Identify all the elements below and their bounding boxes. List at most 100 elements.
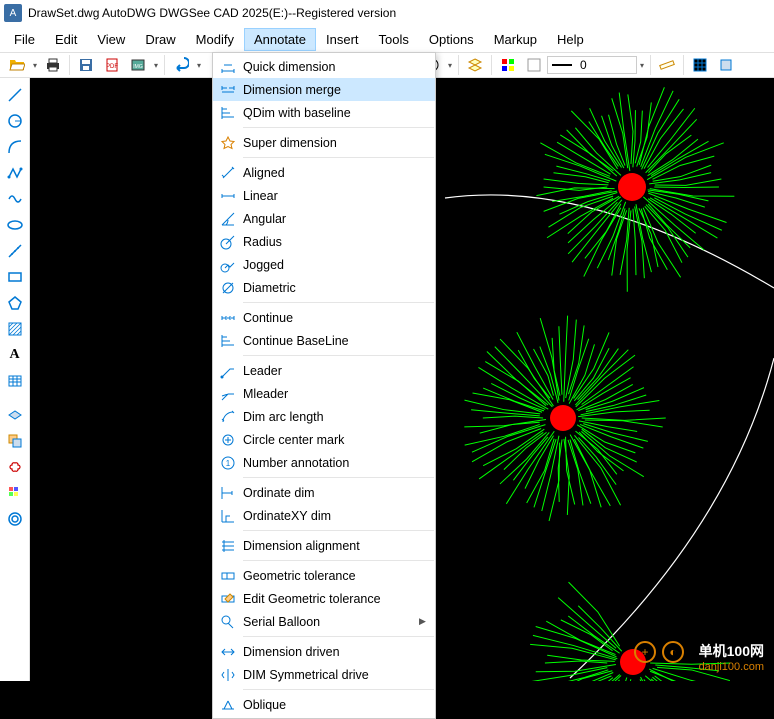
angular-icon xyxy=(213,211,243,227)
block-tool[interactable] xyxy=(3,403,27,427)
menu-item-mleader[interactable]: Mleader xyxy=(213,382,435,405)
qdim-icon xyxy=(213,59,243,75)
geotol-icon xyxy=(213,568,243,584)
menu-modify[interactable]: Modify xyxy=(186,28,244,51)
print-button[interactable] xyxy=(41,54,65,76)
donut-tool[interactable] xyxy=(3,507,27,531)
menu-item-edit-geometric-tolerance[interactable]: Edit Geometric tolerance xyxy=(213,587,435,610)
menu-markup[interactable]: Markup xyxy=(484,28,547,51)
open-button[interactable] xyxy=(5,54,29,76)
diametric-icon xyxy=(213,280,243,296)
menu-item-geometric-tolerance[interactable]: Geometric tolerance xyxy=(213,564,435,587)
menu-item-oblique[interactable]: Oblique xyxy=(213,693,435,716)
lineweight-dropdown-icon[interactable]: ▾ xyxy=(637,61,647,70)
measure-button[interactable] xyxy=(655,54,679,76)
ellipse-tool[interactable] xyxy=(3,213,27,237)
tree-center-2 xyxy=(550,405,576,431)
menu-item-qdim-with-baseline[interactable]: QDim with baseline xyxy=(213,101,435,124)
arc-tool[interactable] xyxy=(3,135,27,159)
menu-file[interactable]: File xyxy=(4,28,45,51)
save-button[interactable] xyxy=(74,54,98,76)
watermark-logo: + ◐ xyxy=(634,641,684,663)
menu-item-jogged[interactable]: Jogged xyxy=(213,253,435,276)
color-button[interactable] xyxy=(496,54,520,76)
jogged-icon xyxy=(213,257,243,273)
aligned-icon xyxy=(213,165,243,181)
area-button[interactable] xyxy=(714,54,738,76)
layer-button[interactable] xyxy=(463,54,487,76)
watermark-text: 单机100网 danji100.com xyxy=(699,641,764,673)
menu-item-aligned[interactable]: Aligned xyxy=(213,161,435,184)
undo-dropdown-icon[interactable]: ▾ xyxy=(194,61,204,70)
menu-item-continue-baseline[interactable]: Continue BaseLine xyxy=(213,329,435,352)
spline-tool[interactable] xyxy=(3,187,27,211)
menu-item-continue[interactable]: Continue xyxy=(213,306,435,329)
menu-help[interactable]: Help xyxy=(547,28,594,51)
symm-icon xyxy=(213,667,243,683)
dimalign-icon xyxy=(213,538,243,554)
export-img-button[interactable]: IMG xyxy=(126,54,150,76)
number-icon: 1 xyxy=(213,455,243,471)
menu-annotate[interactable]: Annotate xyxy=(244,28,316,51)
rectangle-tool[interactable] xyxy=(3,265,27,289)
menu-item-dimension-driven[interactable]: Dimension driven xyxy=(213,640,435,663)
menu-item-dim-symmetrical-drive[interactable]: DIM Symmetrical drive xyxy=(213,663,435,686)
table-tool[interactable] xyxy=(3,369,27,393)
menu-options[interactable]: Options xyxy=(419,28,484,51)
menu-item-quick-dimension[interactable]: Quick dimension xyxy=(213,55,435,78)
menu-item-ordinatexy-dim[interactable]: OrdinateXY dim xyxy=(213,504,435,527)
menu-item-diametric[interactable]: Diametric xyxy=(213,276,435,299)
menu-edit[interactable]: Edit xyxy=(45,28,87,51)
menu-item-dim-arc-length[interactable]: Dim arc length xyxy=(213,405,435,428)
layers-tool[interactable] xyxy=(3,481,27,505)
menu-item-dimension-alignment[interactable]: Dimension alignment xyxy=(213,534,435,557)
left-toolbar: A xyxy=(0,78,30,681)
grid-button[interactable] xyxy=(688,54,712,76)
menu-item-ordinate-dim[interactable]: Ordinate dim xyxy=(213,481,435,504)
menu-item-radius[interactable]: Radius xyxy=(213,230,435,253)
divide-tool[interactable] xyxy=(3,239,27,263)
radius-icon xyxy=(213,234,243,250)
menu-item-number-annotation[interactable]: 1Number annotation xyxy=(213,451,435,474)
driven-icon xyxy=(213,644,243,660)
annotate-dropdown: Quick dimensionDimension mergeQDim with … xyxy=(212,52,436,719)
menu-item-dimension-merge[interactable]: Dimension merge xyxy=(213,78,435,101)
menu-tools[interactable]: Tools xyxy=(369,28,419,51)
menu-item-circle-center-mark[interactable]: Circle center mark xyxy=(213,428,435,451)
menu-item-serial-balloon[interactable]: Serial Balloon▶ xyxy=(213,610,435,633)
undo-button[interactable] xyxy=(169,54,193,76)
circle-tool[interactable] xyxy=(3,109,27,133)
polygon-tool[interactable] xyxy=(3,291,27,315)
menu-item-super-dimension[interactable]: Super dimension xyxy=(213,131,435,154)
open-dropdown-icon[interactable]: ▾ xyxy=(30,61,40,70)
leader-icon xyxy=(213,363,243,379)
menu-bar: FileEditViewDrawModifyAnnotateInsertTool… xyxy=(0,26,774,52)
polyline-tool[interactable] xyxy=(3,161,27,185)
window-title: DrawSet.dwg AutoDWG DWGSee CAD 2025(E:)-… xyxy=(28,6,396,20)
ordinatexy-icon xyxy=(213,508,243,524)
svg-text:IMG: IMG xyxy=(133,64,143,70)
contbase-icon xyxy=(213,333,243,349)
editgeotol-icon xyxy=(213,591,243,607)
wipeout-tool[interactable] xyxy=(3,429,27,453)
mleader-icon xyxy=(213,386,243,402)
export-pdf-button[interactable]: PDF xyxy=(100,54,124,76)
text-tool[interactable]: A xyxy=(3,343,27,367)
menu-item-angular[interactable]: Angular xyxy=(213,207,435,230)
circle-dropdown-icon[interactable]: ▾ xyxy=(445,61,455,70)
line-tool[interactable] xyxy=(3,83,27,107)
menu-draw[interactable]: Draw xyxy=(135,28,185,51)
menu-item-linear[interactable]: Linear xyxy=(213,184,435,207)
hatch-tool[interactable] xyxy=(3,317,27,341)
app-icon: A xyxy=(4,4,22,22)
oblique-icon xyxy=(213,697,243,713)
export-dropdown-icon[interactable]: ▾ xyxy=(151,61,161,70)
menu-insert[interactable]: Insert xyxy=(316,28,369,51)
menu-view[interactable]: View xyxy=(87,28,135,51)
revcloud-tool[interactable] xyxy=(3,455,27,479)
submenu-arrow-icon: ▶ xyxy=(419,616,435,627)
color-swatch[interactable] xyxy=(522,54,546,76)
lineweight-input[interactable]: 0 xyxy=(547,56,637,74)
menu-item-leader[interactable]: Leader xyxy=(213,359,435,382)
linear-icon xyxy=(213,188,243,204)
